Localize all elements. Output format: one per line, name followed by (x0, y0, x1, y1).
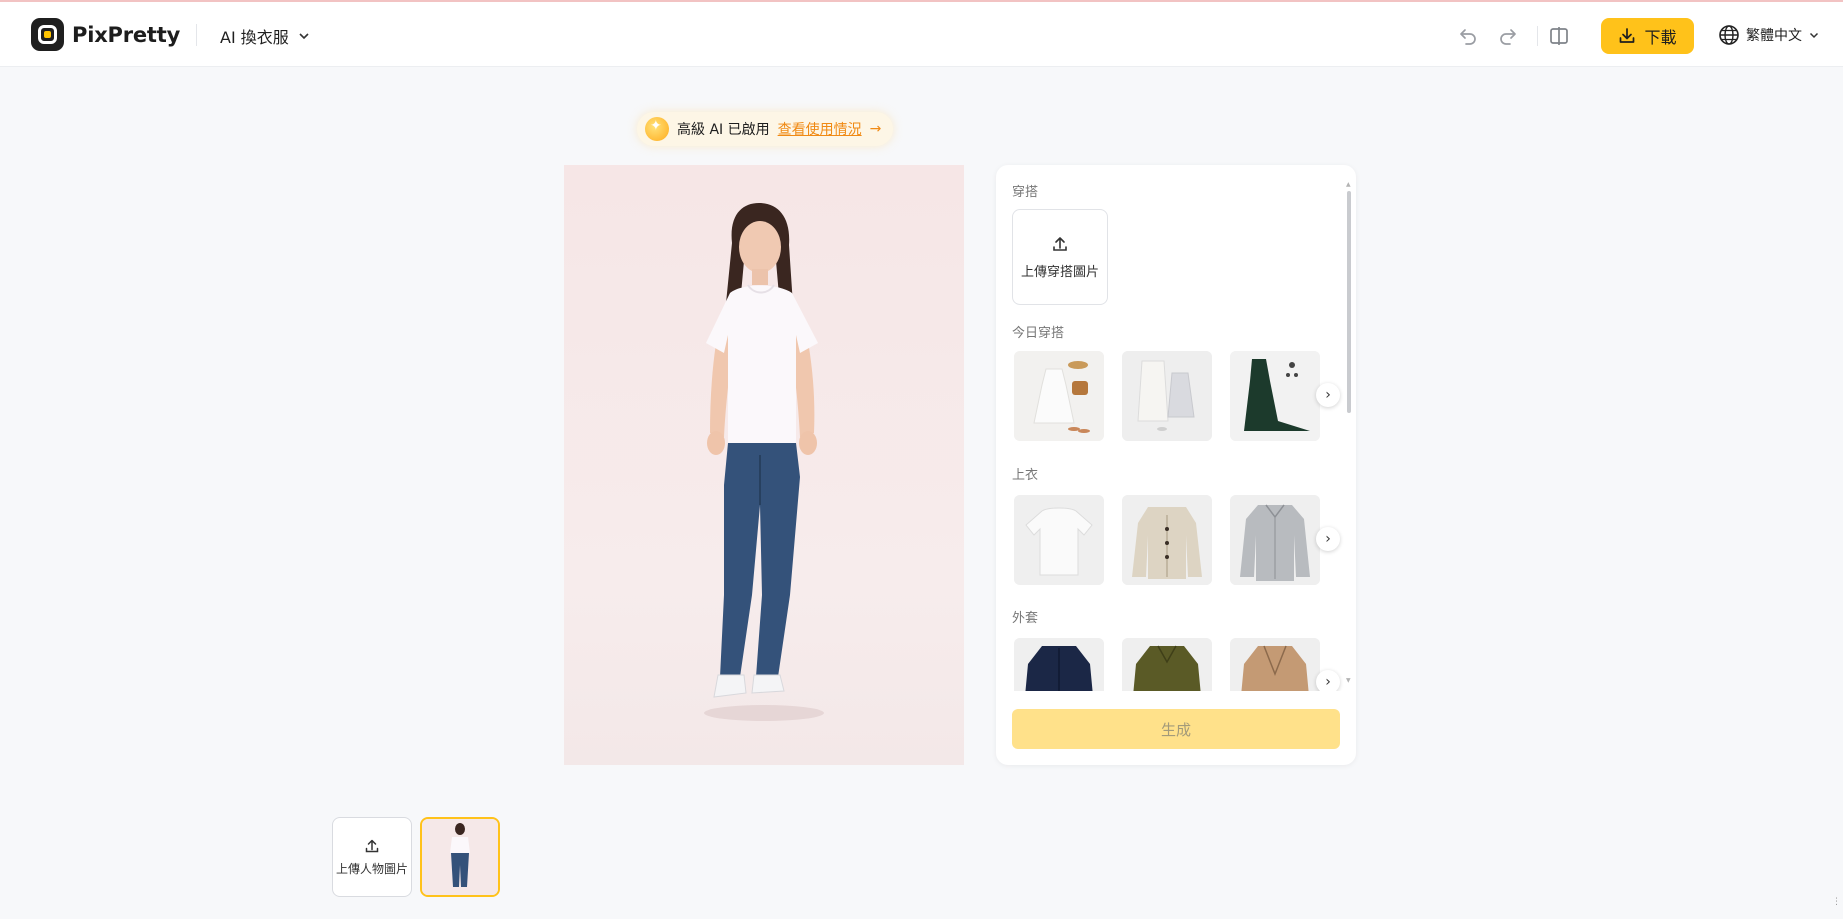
upload-icon (365, 839, 379, 852)
top-header: PixPretty AI 換衣服 下載 繁體中文 (0, 0, 1843, 67)
arrow-right-icon: → (869, 121, 882, 137)
person-thumbnail-selected[interactable] (420, 817, 500, 897)
beige-cardigan-image (1122, 495, 1212, 585)
section-title-outerwear: 外套 (1012, 611, 1039, 626)
person-thumbnail-image (422, 819, 498, 895)
globe-icon (1719, 25, 1739, 45)
header-divider (196, 24, 197, 46)
compare-icon (1545, 22, 1573, 50)
outerwear-thumb-camel-blazer[interactable] (1230, 638, 1320, 691)
undo-button[interactable] (1454, 22, 1482, 50)
logo[interactable]: PixPretty (31, 18, 180, 51)
redo-icon (1494, 22, 1522, 50)
language-label: 繁體中文 (1746, 28, 1802, 44)
download-button[interactable]: 下載 (1601, 18, 1694, 54)
outfit-thumb-green-gown[interactable] (1230, 351, 1320, 441)
outfit-scroll-area[interactable]: 穿搭 上傳穿搭圖片 今日穿搭 › 上衣 › 外套 › ▲ ▼ (996, 165, 1356, 691)
grey-shirt-image (1230, 495, 1320, 585)
tool-dropdown-label: AI 換衣服 (220, 28, 289, 47)
brand-name: PixPretty (72, 22, 181, 47)
banner-text: 高級 AI 已啟用 (677, 122, 770, 138)
outerwear-row (1014, 638, 1320, 691)
olive-jacket-image (1122, 638, 1212, 691)
chevron-right-icon: › (1325, 531, 1331, 547)
tops-thumb-grey-shirt[interactable] (1230, 495, 1320, 585)
upload-outfit-button[interactable]: 上傳穿搭圖片 (1012, 209, 1108, 305)
sparkle-icon (645, 117, 669, 141)
outerwear-thumb-navy-jacket[interactable] (1014, 638, 1104, 691)
main-person-image (564, 165, 964, 765)
today-outfits-row (1014, 351, 1320, 441)
white-dress-image (1014, 351, 1104, 441)
outfit-thumb-white-coat[interactable] (1122, 351, 1212, 441)
chevron-right-icon: › (1325, 387, 1331, 403)
compare-button[interactable] (1545, 22, 1573, 50)
outfit-panel: 穿搭 上傳穿搭圖片 今日穿搭 › 上衣 › 外套 › ▲ ▼ 生成 (996, 165, 1356, 765)
chevron-down-icon (299, 33, 309, 40)
navy-jacket-image (1014, 638, 1104, 691)
panel-scrollbar[interactable] (1347, 191, 1351, 413)
section-title-tops: 上衣 (1012, 468, 1039, 483)
premium-ai-banner: 高級 AI 已啟用 查看使用情況 → (637, 112, 894, 146)
generate-button[interactable]: 生成 (1012, 709, 1340, 749)
usage-link[interactable]: 查看使用情況 (778, 119, 862, 139)
white-tshirt-image (1014, 495, 1104, 585)
upload-icon (1053, 236, 1067, 251)
redo-button[interactable] (1494, 22, 1522, 50)
section-title-today: 今日穿搭 (1012, 326, 1065, 341)
outerwear-next-button[interactable]: › (1316, 670, 1340, 691)
green-gown-image (1230, 351, 1320, 441)
scroll-up-arrow-icon[interactable]: ▲ (1346, 181, 1351, 188)
outerwear-thumb-olive-jacket[interactable] (1122, 638, 1212, 691)
download-label: 下載 (1644, 28, 1677, 47)
tops-thumb-beige-cardigan[interactable] (1122, 495, 1212, 585)
resize-grip-icon[interactable]: ⋮ (1832, 898, 1841, 914)
upload-person-button[interactable]: 上傳人物圖片 (332, 817, 412, 897)
upload-person-label: 上傳人物圖片 (335, 861, 408, 876)
chevron-down-icon (1809, 32, 1819, 39)
tool-dropdown[interactable]: AI 換衣服 (220, 24, 311, 48)
tops-thumb-white-tshirt[interactable] (1014, 495, 1104, 585)
white-coat-image (1122, 351, 1212, 441)
header-separator (1537, 26, 1538, 46)
outfit-thumb-white-dress[interactable] (1014, 351, 1104, 441)
today-next-button[interactable]: › (1316, 383, 1340, 407)
download-icon (1620, 28, 1635, 43)
upload-outfit-label: 上傳穿搭圖片 (1020, 264, 1099, 280)
undo-icon (1454, 22, 1482, 50)
logo-icon (31, 18, 64, 51)
chevron-right-icon: › (1325, 674, 1331, 690)
camel-blazer-image (1230, 638, 1320, 691)
section-title-outfit: 穿搭 (1012, 185, 1039, 200)
scroll-down-arrow-icon[interactable]: ▼ (1346, 677, 1351, 684)
language-selector[interactable]: 繁體中文 (1718, 24, 1820, 46)
tops-row (1014, 495, 1320, 585)
person-photo (704, 203, 824, 721)
tops-next-button[interactable]: › (1316, 527, 1340, 551)
